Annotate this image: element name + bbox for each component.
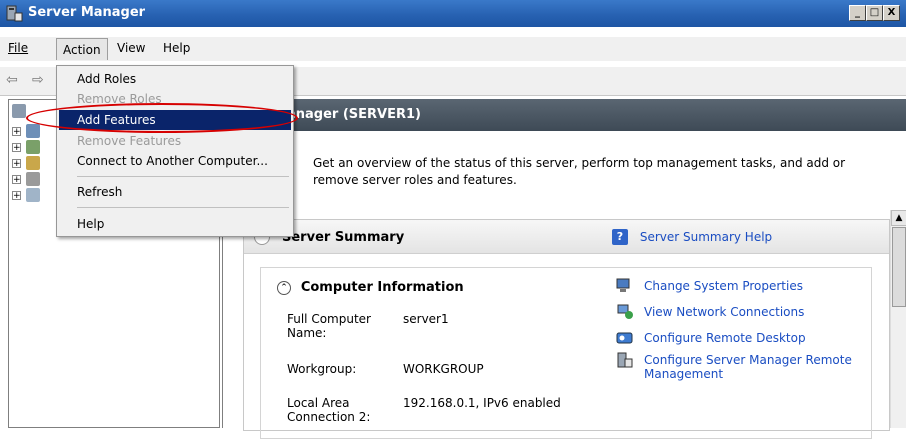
server-summary-help-link[interactable]: ? Server Summary Help <box>612 229 772 245</box>
annotation-ellipse <box>26 103 298 133</box>
title-bar: Server Manager _ □ X <box>0 0 906 27</box>
expand-icon[interactable]: + <box>12 143 21 153</box>
computer-information-title: Computer Information <box>300 280 464 295</box>
server-summary-help-label: Server Summary Help <box>639 229 773 244</box>
maximize-button[interactable]: □ <box>866 5 883 21</box>
roles-icon <box>26 124 40 138</box>
computer-information-section: ⌃ Computer Information Full Computer Nam… <box>260 267 872 439</box>
expand-icon[interactable]: + <box>12 175 21 185</box>
menu-item-remove-features: Remove Features <box>77 134 182 148</box>
expand-icon[interactable]: + <box>12 191 21 201</box>
scroll-up-icon[interactable]: ▲ <box>891 210 906 226</box>
local-area-connection-value: 192.168.0.1, IPv6 enabled <box>403 396 561 410</box>
computer-information-header: ⌃ Computer Information <box>277 280 464 295</box>
scroll-thumb[interactable] <box>892 227 906 307</box>
network-icon <box>617 304 633 319</box>
overview-text: Get an overview of the status of this se… <box>313 156 846 187</box>
window-title: Server Manager <box>28 5 146 20</box>
menu-bar: File Action View Help <box>0 37 906 61</box>
server-icon <box>12 104 26 118</box>
server-icon <box>617 352 633 368</box>
full-computer-name-value: server1 <box>403 312 449 326</box>
local-area-connection-label: Local Area Connection 2: <box>287 396 371 424</box>
server-manager-icon <box>6 5 23 22</box>
full-computer-name-label: Full Computer Name: <box>287 312 371 340</box>
forward-arrow-icon[interactable]: ⇨ <box>32 73 50 87</box>
remote-desktop-icon <box>616 332 633 344</box>
workgroup-value: WORKGROUP <box>403 362 484 376</box>
minimize-button[interactable]: _ <box>849 5 866 21</box>
storage-icon <box>26 188 40 202</box>
menu-file[interactable]: File <box>8 41 28 55</box>
back-arrow-icon[interactable]: ⇦ <box>6 73 24 87</box>
features-icon <box>26 140 40 154</box>
menu-item-help[interactable]: Help <box>59 214 291 234</box>
configuration-icon <box>26 172 40 186</box>
menu-help[interactable]: Help <box>163 41 190 55</box>
menu-item-add-roles[interactable]: Add Roles <box>59 69 291 89</box>
close-button[interactable]: X <box>883 5 900 21</box>
help-icon: ? <box>612 229 628 245</box>
menu-item-connect-to-another-computer[interactable]: Connect to Another Computer... <box>59 151 291 171</box>
menu-separator <box>77 176 289 177</box>
menu-separator <box>77 207 289 208</box>
expand-icon[interactable]: + <box>12 127 21 137</box>
menu-item-refresh[interactable]: Refresh <box>59 182 291 202</box>
server-summary-section: Server Summary ? Server Summary Help ⌃ C… <box>243 219 890 439</box>
computer-icon <box>616 278 630 292</box>
menu-view[interactable]: View <box>117 41 145 55</box>
server-summary-title: Server Summary <box>282 230 405 245</box>
page-title: anager (SERVER1) <box>287 107 421 122</box>
content-pane: anager (SERVER1) Get an overview of the … <box>222 99 906 439</box>
collapse-icon[interactable]: ⌃ <box>277 280 291 295</box>
diagnostics-icon <box>26 156 40 170</box>
server-summary-header: Server Summary ? Server Summary Help <box>244 220 889 254</box>
vertical-scrollbar[interactable]: ▲ <box>890 210 906 428</box>
action-menu-dropdown: Add Roles Remove Roles Add Features Remo… <box>56 65 294 237</box>
expand-icon[interactable]: + <box>12 159 21 169</box>
content-header: anager (SERVER1) <box>223 99 906 131</box>
workgroup-label: Workgroup: <box>287 362 357 376</box>
menu-action[interactable]: Action <box>56 38 108 60</box>
